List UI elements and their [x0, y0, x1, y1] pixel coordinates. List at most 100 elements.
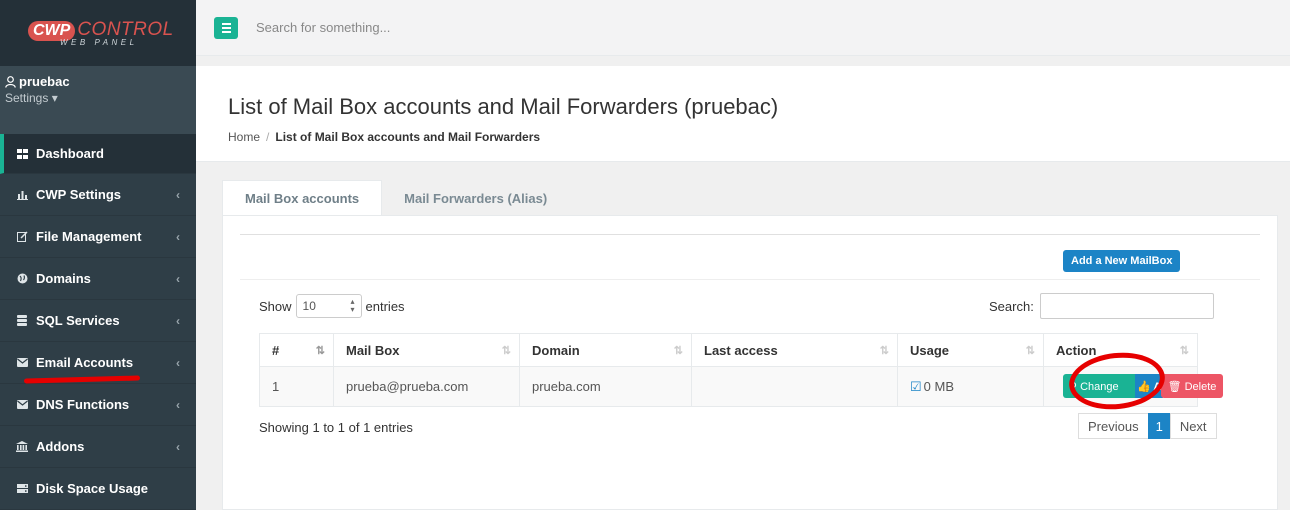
globe-icon [14, 273, 30, 284]
pagination-next-button[interactable]: Next [1169, 413, 1217, 439]
divider [240, 234, 1260, 235]
sidebar: CWP CONTROL WEB PANEL pruebac Settings ▾… [0, 0, 196, 510]
change-password-button[interactable]: ⚲ Change [1063, 374, 1135, 398]
user-name: pruebac [19, 74, 70, 89]
tab-bar: Mail Box accounts Mail Forwarders (Alias… [222, 180, 569, 216]
edit-icon: ☑ [910, 378, 922, 394]
show-label: Show [259, 298, 292, 314]
entries-length-control: Show 10 ▴ ▾ entries [259, 294, 405, 318]
sidebar-item-disk-space-usage[interactable]: Disk Space Usage [0, 468, 196, 510]
sidebar-item-label: Dashboard [36, 146, 104, 161]
column-header-last-access[interactable]: Last access ⇅ [691, 333, 898, 367]
delete-button[interactable]: 🗑 Delete [1161, 374, 1223, 398]
breadcrumb-current: List of Mail Box accounts and Mail Forwa… [275, 130, 541, 144]
cell-mailbox: prueba@prueba.com [333, 366, 520, 407]
add-mailbox-button[interactable]: Add a New MailBox [1063, 250, 1181, 272]
column-header-domain[interactable]: Domain ⇅ [519, 333, 692, 367]
column-header-action[interactable]: Action ⇅ [1043, 333, 1198, 367]
tab-mail-forwarders[interactable]: Mail Forwarders (Alias) [382, 180, 569, 216]
grid-icon [14, 148, 30, 159]
bar-chart-icon [14, 190, 30, 200]
table-search-input[interactable] [1039, 293, 1214, 319]
bank-icon [14, 441, 30, 452]
envelope-icon [14, 358, 30, 367]
table-row: 1 prueba@prueba.com prueba.com ☑ 0 MB [259, 366, 1198, 407]
table-info: Showing 1 to 1 of 1 entries [259, 420, 413, 435]
table-search: Search: [989, 293, 1214, 319]
tab-mail-box-accounts[interactable]: Mail Box accounts [222, 180, 383, 216]
chevron-left-icon: ‹ [176, 355, 180, 370]
sort-icon: ⇅ [1179, 345, 1189, 357]
page-heading: List of Mail Box accounts and Mail Forwa… [196, 66, 1290, 162]
cwp-logo[interactable]: CWP CONTROL WEB PANEL [28, 19, 174, 47]
chevron-left-icon: ‹ [176, 187, 180, 202]
entries-select[interactable]: 10 ▴ ▾ [295, 294, 362, 318]
column-header-number[interactable]: # ⇅ [259, 333, 334, 367]
sidebar-item-label: DNS Functions [36, 397, 130, 412]
topbar [196, 0, 1290, 56]
sidebar-item-label: CWP Settings [36, 187, 121, 202]
pagination-previous-button[interactable]: Previous [1078, 413, 1149, 439]
pagination: Previous 1 Next [1078, 413, 1217, 439]
envelope-icon [14, 400, 30, 409]
entries-label: entries [365, 298, 405, 314]
sidebar-item-domains[interactable]: Domains ‹ [0, 258, 196, 300]
page-title: List of Mail Box accounts and Mail Forwa… [228, 94, 779, 119]
cell-last-access [691, 366, 898, 407]
cell-domain: prueba.com [519, 366, 692, 407]
sidebar-item-label: File Management [36, 229, 142, 244]
cell-usage[interactable]: ☑ 0 MB [897, 366, 1044, 407]
column-header-usage[interactable]: Usage ⇅ [897, 333, 1044, 367]
logo-subtitle: WEB PANEL [60, 38, 138, 47]
sidebar-item-sql-services[interactable]: SQL Services ‹ [0, 300, 196, 342]
sidebar-item-label: Addons [36, 439, 85, 454]
hdd-icon [14, 484, 30, 493]
menu-toggle-button[interactable] [214, 16, 238, 39]
mailbox-panel: Add a New MailBox Show 10 ▴ ▾ entries Sea… [222, 215, 1278, 510]
divider [240, 279, 1260, 280]
chevron-left-icon: ‹ [176, 313, 180, 328]
logo-bar: CWP CONTROL WEB PANEL [0, 0, 196, 66]
pagination-page-button[interactable]: 1 [1147, 413, 1171, 439]
usage-value: 0 MB [923, 378, 954, 394]
user-name-row: pruebac [5, 74, 191, 89]
mailbox-table: # ⇅ Mail Box ⇅ Domain ⇅ Last access ⇅ Usage ⇅… [259, 333, 1198, 407]
sort-asc-icon: ⇅ [315, 345, 325, 357]
breadcrumb-separator: / [266, 130, 270, 144]
activate-button[interactable]: 👍 Ac [1135, 374, 1163, 398]
select-arrows-icon: ▴ ▾ [350, 297, 355, 314]
table-header-row: # ⇅ Mail Box ⇅ Domain ⇅ Last access ⇅ Usage ⇅… [259, 333, 1198, 367]
chevron-left-icon: ‹ [176, 439, 180, 454]
hamburger-icon [221, 26, 231, 29]
cell-number: 1 [259, 366, 334, 407]
user-block: pruebac Settings ▾ [0, 66, 196, 134]
sort-icon: ⇅ [501, 345, 511, 357]
breadcrumb-home[interactable]: Home [228, 130, 260, 144]
edit-icon [14, 231, 30, 242]
chevron-left-icon: ‹ [176, 397, 180, 412]
sort-icon: ⇅ [879, 345, 889, 357]
sidebar-item-file-management[interactable]: File Management ‹ [0, 216, 196, 258]
column-header-mailbox[interactable]: Mail Box ⇅ [333, 333, 520, 367]
database-icon [14, 315, 30, 326]
sidebar-item-label: Domains [36, 271, 91, 286]
sort-icon: ⇅ [1025, 345, 1035, 357]
sidebar-item-label: SQL Services [36, 313, 120, 328]
user-icon [5, 75, 16, 88]
search-label: Search: [989, 298, 1034, 314]
chevron-left-icon: ‹ [176, 271, 180, 286]
hamburger-icon [221, 30, 231, 33]
hamburger-icon [221, 22, 231, 25]
breadcrumb: Home / List of Mail Box accounts and Mail … [228, 130, 1258, 144]
sidebar-item-dns-functions[interactable]: DNS Functions ‹ [0, 384, 196, 426]
sidebar-item-dashboard[interactable]: Dashboard [0, 134, 196, 174]
sidebar-item-cwp-settings[interactable]: CWP Settings ‹ [0, 174, 196, 216]
chevron-left-icon: ‹ [176, 229, 180, 244]
sidebar-item-label: Disk Space Usage [36, 481, 149, 496]
entries-value: 10 [302, 299, 316, 313]
search-input[interactable] [256, 20, 656, 35]
sidebar-item-label: Email Accounts [36, 355, 134, 370]
sort-icon: ⇅ [673, 345, 683, 357]
user-settings-dropdown[interactable]: Settings ▾ [5, 91, 191, 105]
sidebar-item-addons[interactable]: Addons ‹ [0, 426, 196, 468]
